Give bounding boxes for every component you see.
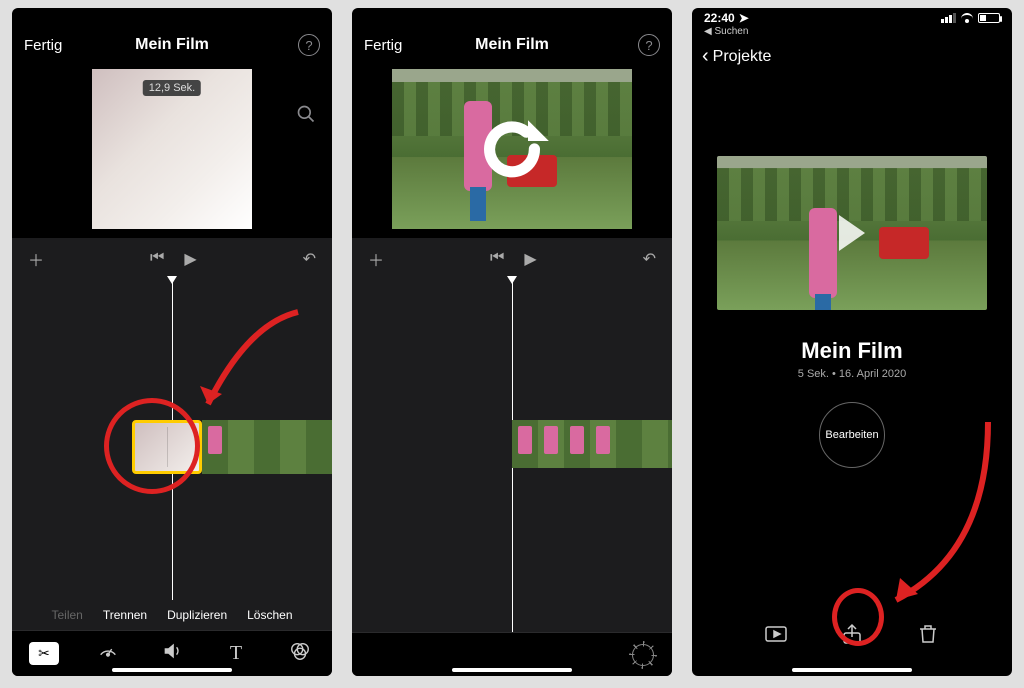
screenshot-panel-1: Fertig Mein Film ? 12,9 Sek. ＋ ⏮ ▶ ↶: [12, 8, 332, 676]
done-button[interactable]: Fertig: [24, 37, 62, 54]
location-icon: ➤: [739, 11, 749, 25]
project-title: Mein Film: [801, 338, 902, 364]
rotate-overlay-icon: [472, 109, 552, 189]
magnifier-icon: [296, 104, 316, 124]
annotation-arrow: [188, 304, 308, 424]
preview-area[interactable]: 12,9 Sek.: [12, 60, 332, 238]
video-clip[interactable]: [202, 420, 332, 474]
nav-bar: Fertig Mein Film ?: [12, 8, 332, 60]
action-delete[interactable]: Löschen: [247, 608, 292, 622]
status-time: 22:40: [704, 11, 735, 25]
nav-bar: ‹ Projekte: [692, 37, 1012, 76]
project-action-bar: [692, 606, 1012, 666]
chevron-left-icon[interactable]: ‹: [702, 45, 709, 68]
transport-controls: ＋ ⏮ ▶ ↶: [12, 238, 332, 280]
wifi-icon: [960, 13, 974, 23]
back-to-app[interactable]: ◀ Suchen: [692, 26, 1012, 37]
help-icon[interactable]: ?: [298, 34, 320, 56]
prev-frame-icon[interactable]: ⏮: [490, 249, 504, 269]
volume-icon[interactable]: [157, 640, 187, 667]
clip-action-bar: Teilen Trennen Duplizieren Löschen: [12, 600, 332, 630]
titles-icon[interactable]: T: [221, 642, 251, 665]
prev-frame-icon[interactable]: ⏮: [150, 249, 164, 269]
share-icon[interactable]: [839, 622, 865, 651]
trash-icon[interactable]: [915, 622, 941, 651]
preview-area[interactable]: [352, 60, 672, 238]
action-duplicate[interactable]: Duplizieren: [167, 608, 227, 622]
video-clip[interactable]: [512, 420, 672, 468]
add-media-icon[interactable]: ＋: [368, 247, 384, 271]
filters-icon[interactable]: [285, 640, 315, 667]
play-icon: [839, 215, 865, 251]
action-cut[interactable]: Trennen: [103, 608, 147, 622]
zoom-icon[interactable]: [296, 104, 316, 129]
project-meta: 5 Sek. • 16. April 2020: [798, 368, 906, 380]
timeline[interactable]: [352, 280, 672, 632]
selected-clip[interactable]: [132, 420, 202, 474]
screenshot-panel-3: 22:40 ➤ ◀ Suchen ‹ Projekte Mein Film 5 …: [692, 8, 1012, 676]
undo-icon[interactable]: ↶: [643, 249, 656, 269]
add-media-icon[interactable]: ＋: [28, 247, 44, 271]
timeline[interactable]: [12, 280, 332, 600]
status-bar: 22:40 ➤: [692, 8, 1012, 26]
play-icon[interactable]: ▶: [184, 249, 196, 269]
project-detail: Mein Film 5 Sek. • 16. April 2020 Bearbe…: [692, 76, 1012, 606]
gear-icon[interactable]: [632, 644, 654, 666]
signal-icon: [941, 13, 956, 23]
help-icon[interactable]: ?: [638, 34, 660, 56]
edit-button[interactable]: Bearbeiten: [819, 402, 885, 468]
preview-frame: [392, 69, 632, 229]
speed-icon[interactable]: [93, 640, 123, 667]
scissors-icon[interactable]: ✂: [29, 642, 59, 665]
duration-badge: 12,9 Sek.: [143, 80, 201, 96]
home-indicator[interactable]: [452, 668, 572, 672]
transport-controls: ＋ ⏮ ▶ ↶: [352, 238, 672, 280]
home-indicator[interactable]: [112, 668, 232, 672]
project-thumbnail[interactable]: [717, 156, 987, 310]
play-rect-icon[interactable]: [763, 622, 789, 651]
play-icon[interactable]: ▶: [524, 249, 536, 269]
back-nav-label[interactable]: Projekte: [713, 48, 772, 66]
screenshot-panel-2: Fertig Mein Film ? ＋ ⏮ ▶ ↶: [352, 8, 672, 676]
undo-icon[interactable]: ↶: [303, 249, 316, 269]
home-indicator[interactable]: [792, 668, 912, 672]
battery-icon: [978, 13, 1000, 23]
nav-bar: Fertig Mein Film ?: [352, 8, 672, 60]
action-split[interactable]: Teilen: [51, 608, 82, 622]
done-button[interactable]: Fertig: [364, 37, 402, 54]
